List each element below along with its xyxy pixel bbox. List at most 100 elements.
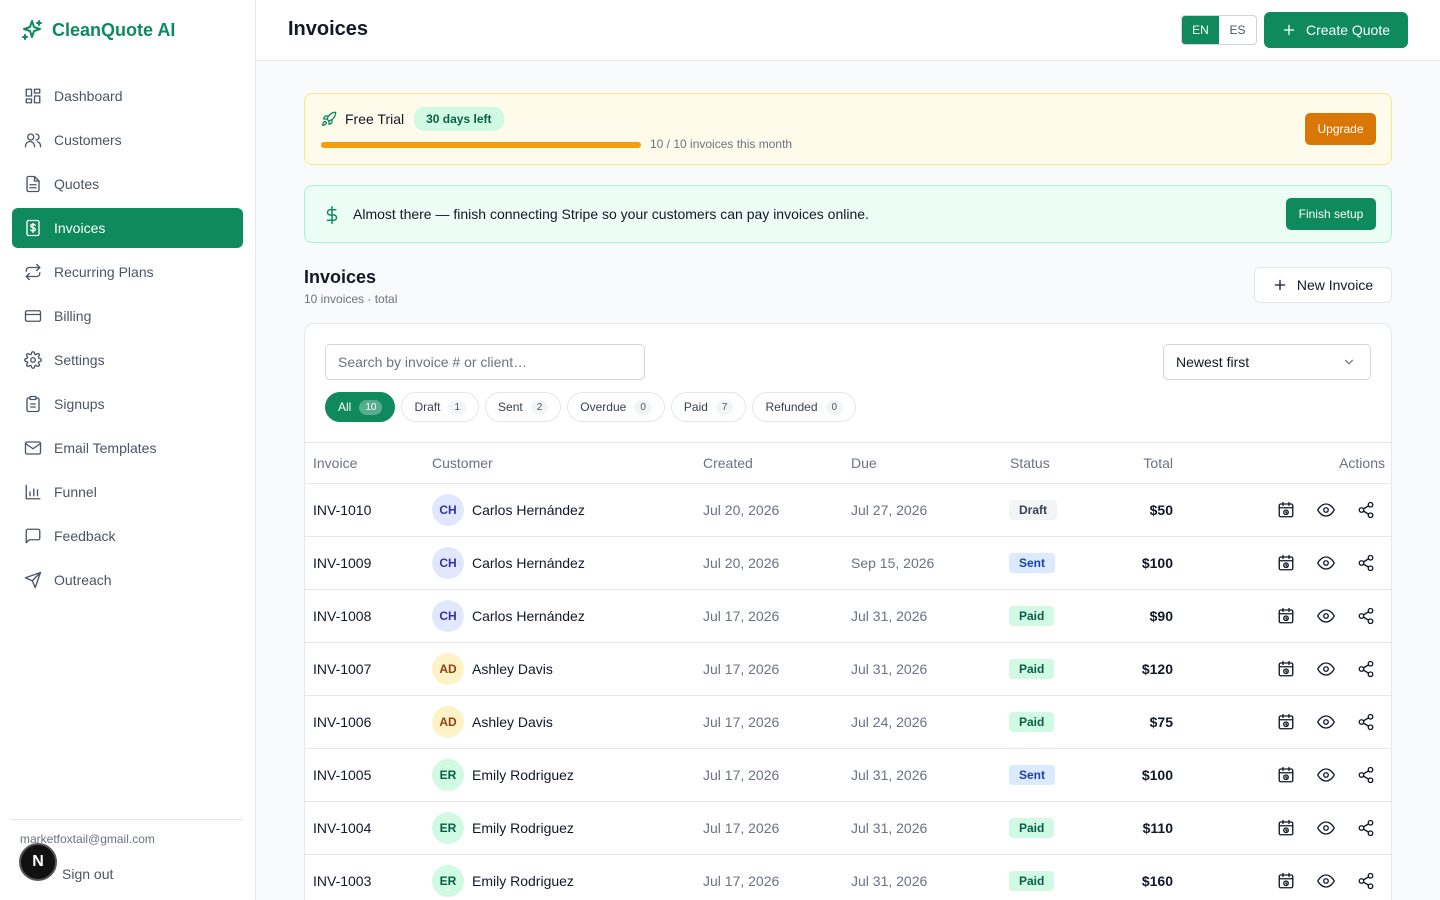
sidebar-item-outreach[interactable]: Outreach <box>12 560 243 600</box>
invoice-number[interactable]: INV-1004 <box>313 820 371 836</box>
filter-refunded[interactable]: Refunded 0 <box>752 392 857 422</box>
sidebar-item-signups[interactable]: Signups <box>12 384 243 424</box>
view-icon[interactable] <box>1317 819 1335 837</box>
filter-count: 1 <box>448 399 467 415</box>
share-icon[interactable] <box>1357 501 1375 519</box>
view-icon[interactable] <box>1317 766 1335 784</box>
lang-en-button[interactable]: EN <box>1182 16 1219 44</box>
avatar: ER <box>432 812 464 844</box>
column-created[interactable]: Created <box>703 455 753 471</box>
view-icon[interactable] <box>1317 713 1335 731</box>
table-row[interactable]: INV-1004 ER Emily Rodriguez Jul 17, 2026 Jul… <box>305 802 1391 855</box>
table-row[interactable]: INV-1003 ER Emily Rodriguez Jul 17, 2026 Jul… <box>305 855 1391 900</box>
schedule-icon[interactable] <box>1277 554 1295 572</box>
invoice-number[interactable]: INV-1003 <box>313 873 371 889</box>
filter-paid[interactable]: Paid 7 <box>670 392 747 422</box>
schedule-icon[interactable] <box>1277 607 1295 625</box>
finish-setup-button[interactable]: Finish setup <box>1286 198 1376 230</box>
view-icon[interactable] <box>1317 607 1335 625</box>
invoice-number[interactable]: INV-1005 <box>313 767 371 783</box>
invoice-number[interactable]: INV-1009 <box>313 555 371 571</box>
brand-logo[interactable]: CleanQuote AI <box>20 16 175 44</box>
invoice-total: $100 <box>1141 555 1173 571</box>
schedule-icon[interactable] <box>1277 872 1295 890</box>
sign-out-button[interactable]: Sign out <box>62 866 113 882</box>
filter-sent[interactable]: Sent 2 <box>485 392 562 422</box>
customer-name: Ashley Davis <box>472 661 553 677</box>
sidebar-item-funnel[interactable]: Funnel <box>12 472 243 512</box>
sort-select[interactable]: Newest first <box>1163 344 1371 380</box>
view-icon[interactable] <box>1317 660 1335 678</box>
lang-es-button[interactable]: ES <box>1219 16 1256 44</box>
sidebar-item-label: Signups <box>54 396 105 412</box>
avatar: ER <box>432 865 464 897</box>
sidebar-item-label: Recurring Plans <box>54 264 154 280</box>
view-icon[interactable] <box>1317 554 1335 572</box>
share-icon[interactable] <box>1357 766 1375 784</box>
share-icon[interactable] <box>1357 607 1375 625</box>
table-row[interactable]: INV-1007 AD Ashley Davis Jul 17, 2026 Jul 31… <box>305 643 1391 696</box>
stripe-message: Almost there — finish connecting Stripe … <box>353 206 869 222</box>
filter-draft[interactable]: Draft 1 <box>401 392 480 422</box>
status-badge: Paid <box>1009 818 1055 838</box>
invoice-number[interactable]: INV-1008 <box>313 608 371 624</box>
sidebar-item-customers[interactable]: Customers <box>12 120 243 160</box>
schedule-icon[interactable] <box>1277 501 1295 519</box>
sidebar-item-settings[interactable]: Settings <box>12 340 243 380</box>
search-input[interactable] <box>325 344 645 380</box>
sidebar-item-label: Feedback <box>54 528 116 544</box>
sidebar-item-recurring-plans[interactable]: Recurring Plans <box>12 252 243 292</box>
customer-cell: AD Ashley Davis <box>432 653 553 685</box>
invoice-number[interactable]: INV-1010 <box>313 502 371 518</box>
filter-overdue[interactable]: Overdue 0 <box>567 392 665 422</box>
sidebar-item-billing[interactable]: Billing <box>12 296 243 336</box>
share-icon[interactable] <box>1357 819 1375 837</box>
column-invoice[interactable]: Invoice <box>313 455 357 471</box>
repeat-icon <box>25 263 41 281</box>
sidebar-item-quotes[interactable]: Quotes <box>12 164 243 204</box>
share-icon[interactable] <box>1357 872 1375 890</box>
customer-name: Emily Rodriguez <box>472 767 574 783</box>
status-badge: Paid <box>1009 712 1055 732</box>
avatar: CH <box>432 600 464 632</box>
filter-all[interactable]: All 10 <box>325 392 396 422</box>
view-icon[interactable] <box>1317 872 1335 890</box>
column-status[interactable]: Status <box>1010 455 1050 471</box>
schedule-icon[interactable] <box>1277 660 1295 678</box>
column-due[interactable]: Due <box>851 455 877 471</box>
table-row[interactable]: INV-1010 CH Carlos Hernández Jul 20, 2026 Ju… <box>305 484 1391 537</box>
table-row[interactable]: INV-1009 CH Carlos Hernández Jul 20, 2026 Se… <box>305 537 1391 590</box>
filter-label: Draft <box>414 400 441 414</box>
schedule-icon[interactable] <box>1277 713 1295 731</box>
share-icon[interactable] <box>1357 660 1375 678</box>
view-icon[interactable] <box>1317 501 1335 519</box>
share-icon[interactable] <box>1357 554 1375 572</box>
trial-label: Free Trial <box>345 111 405 127</box>
table-row[interactable]: INV-1005 ER Emily Rodriguez Jul 17, 2026 Jul… <box>305 749 1391 802</box>
avatar[interactable]: N <box>19 843 57 881</box>
sidebar-item-feedback[interactable]: Feedback <box>12 516 243 556</box>
schedule-icon[interactable] <box>1277 819 1295 837</box>
table-row[interactable]: INV-1008 CH Carlos Hernández Jul 17, 2026 Ju… <box>305 590 1391 643</box>
invoice-number[interactable]: INV-1007 <box>313 661 371 677</box>
create-quote-button[interactable]: Create Quote <box>1264 12 1408 48</box>
share-icon[interactable] <box>1357 713 1375 731</box>
sidebar-item-email-templates[interactable]: Email Templates <box>12 428 243 468</box>
sidebar-item-invoices[interactable]: Invoices <box>12 208 243 248</box>
clipboard-icon <box>26 395 40 413</box>
schedule-icon[interactable] <box>1277 766 1295 784</box>
invoice-number[interactable]: INV-1006 <box>313 714 371 730</box>
created-date: Jul 17, 2026 <box>703 608 780 624</box>
sidebar-item-dashboard[interactable]: Dashboard <box>12 76 243 116</box>
customer-name: Carlos Hernández <box>472 608 585 624</box>
credit-card-icon <box>24 310 42 322</box>
column-customer[interactable]: Customer <box>432 455 493 471</box>
customer-name: Carlos Hernández <box>472 555 585 571</box>
table-row[interactable]: INV-1006 AD Ashley Davis Jul 17, 2026 Jul 24… <box>305 696 1391 749</box>
plus-icon <box>1274 279 1286 291</box>
due-date: Jul 31, 2026 <box>851 767 928 783</box>
column-total[interactable]: Total <box>1143 455 1173 471</box>
upgrade-button[interactable]: Upgrade <box>1305 113 1376 145</box>
new-invoice-button[interactable]: New Invoice <box>1254 267 1392 303</box>
mail-icon <box>24 441 42 455</box>
